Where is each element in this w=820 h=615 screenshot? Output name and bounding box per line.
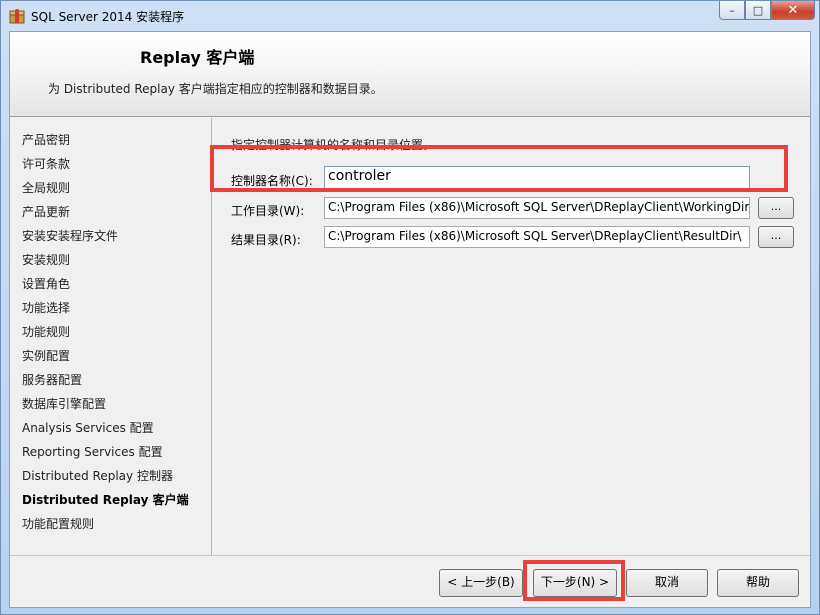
nav-item-analysis-services[interactable]: Analysis Services 配置	[22, 419, 154, 436]
window-title: SQL Server 2014 安装程序	[31, 10, 185, 24]
nav-item-global-rules[interactable]: 全局规则	[22, 179, 70, 196]
title-bar[interactable]: SQL Server 2014 安装程序 – □ ✕	[1, 1, 819, 31]
cancel-button[interactable]: 取消	[626, 569, 708, 597]
maximize-button[interactable]: □	[745, 1, 771, 20]
nav-item-replay-client[interactable]: Distributed Replay 客户端	[22, 491, 189, 508]
nav-item-server-config[interactable]: 服务器配置	[22, 371, 82, 388]
close-button[interactable]: ✕	[771, 1, 815, 20]
nav-item-feature-selection[interactable]: 功能选择	[22, 299, 70, 316]
window-controls: – □ ✕	[719, 1, 815, 21]
nav-item-product-key[interactable]: 产品密钥	[22, 131, 70, 148]
help-button[interactable]: 帮助	[717, 569, 799, 597]
wizard-steps-nav: 产品密钥 许可条款 全局规则 产品更新 安装安装程序文件 安装规则 设置角色 功…	[10, 118, 212, 555]
nav-item-feature-config-rules[interactable]: 功能配置规则	[22, 515, 94, 532]
result-dir-label: 结果目录(R):	[231, 233, 301, 247]
nav-item-install-rules[interactable]: 安装规则	[22, 251, 70, 268]
sql-server-setup-icon	[9, 9, 25, 24]
page-header: Replay 客户端 为 Distributed Replay 客户端指定相应的…	[10, 32, 810, 117]
nav-item-instance-config[interactable]: 实例配置	[22, 347, 70, 364]
wizard-body: Replay 客户端 为 Distributed Replay 客户端指定相应的…	[9, 31, 811, 608]
working-dir-browse-button[interactable]: ...	[758, 197, 794, 219]
working-dir-label: 工作目录(W):	[231, 204, 305, 218]
nav-item-replay-controller[interactable]: Distributed Replay 控制器	[22, 467, 173, 484]
nav-item-feature-rules[interactable]: 功能规则	[22, 323, 70, 340]
result-dir-browse-button[interactable]: ...	[758, 226, 794, 248]
nav-item-db-engine-config[interactable]: 数据库引擎配置	[22, 395, 106, 412]
footer-divider	[10, 555, 810, 556]
nav-item-license-terms[interactable]: 许可条款	[22, 155, 70, 172]
nav-item-product-updates[interactable]: 产品更新	[22, 203, 70, 220]
nav-item-setup-role[interactable]: 设置角色	[22, 275, 70, 292]
page-description: 为 Distributed Replay 客户端指定相应的控制器和数据目录。	[48, 82, 383, 96]
minimize-button[interactable]: –	[719, 1, 745, 20]
back-button[interactable]: < 上一步(B)	[439, 569, 523, 597]
nav-item-install-setup-files[interactable]: 安装安装程序文件	[22, 227, 118, 244]
working-dir-input[interactable]: C:\Program Files (x86)\Microsoft SQL Ser…	[324, 197, 750, 219]
controller-highlight-box	[210, 145, 788, 192]
next-highlight-box	[523, 560, 625, 601]
installer-window: SQL Server 2014 安装程序 – □ ✕ Replay 客户端 为 …	[0, 0, 820, 615]
result-dir-input[interactable]: C:\Program Files (x86)\Microsoft SQL Ser…	[324, 226, 750, 248]
nav-item-reporting-services[interactable]: Reporting Services 配置	[22, 443, 163, 460]
page-title: Replay 客户端	[140, 48, 255, 67]
